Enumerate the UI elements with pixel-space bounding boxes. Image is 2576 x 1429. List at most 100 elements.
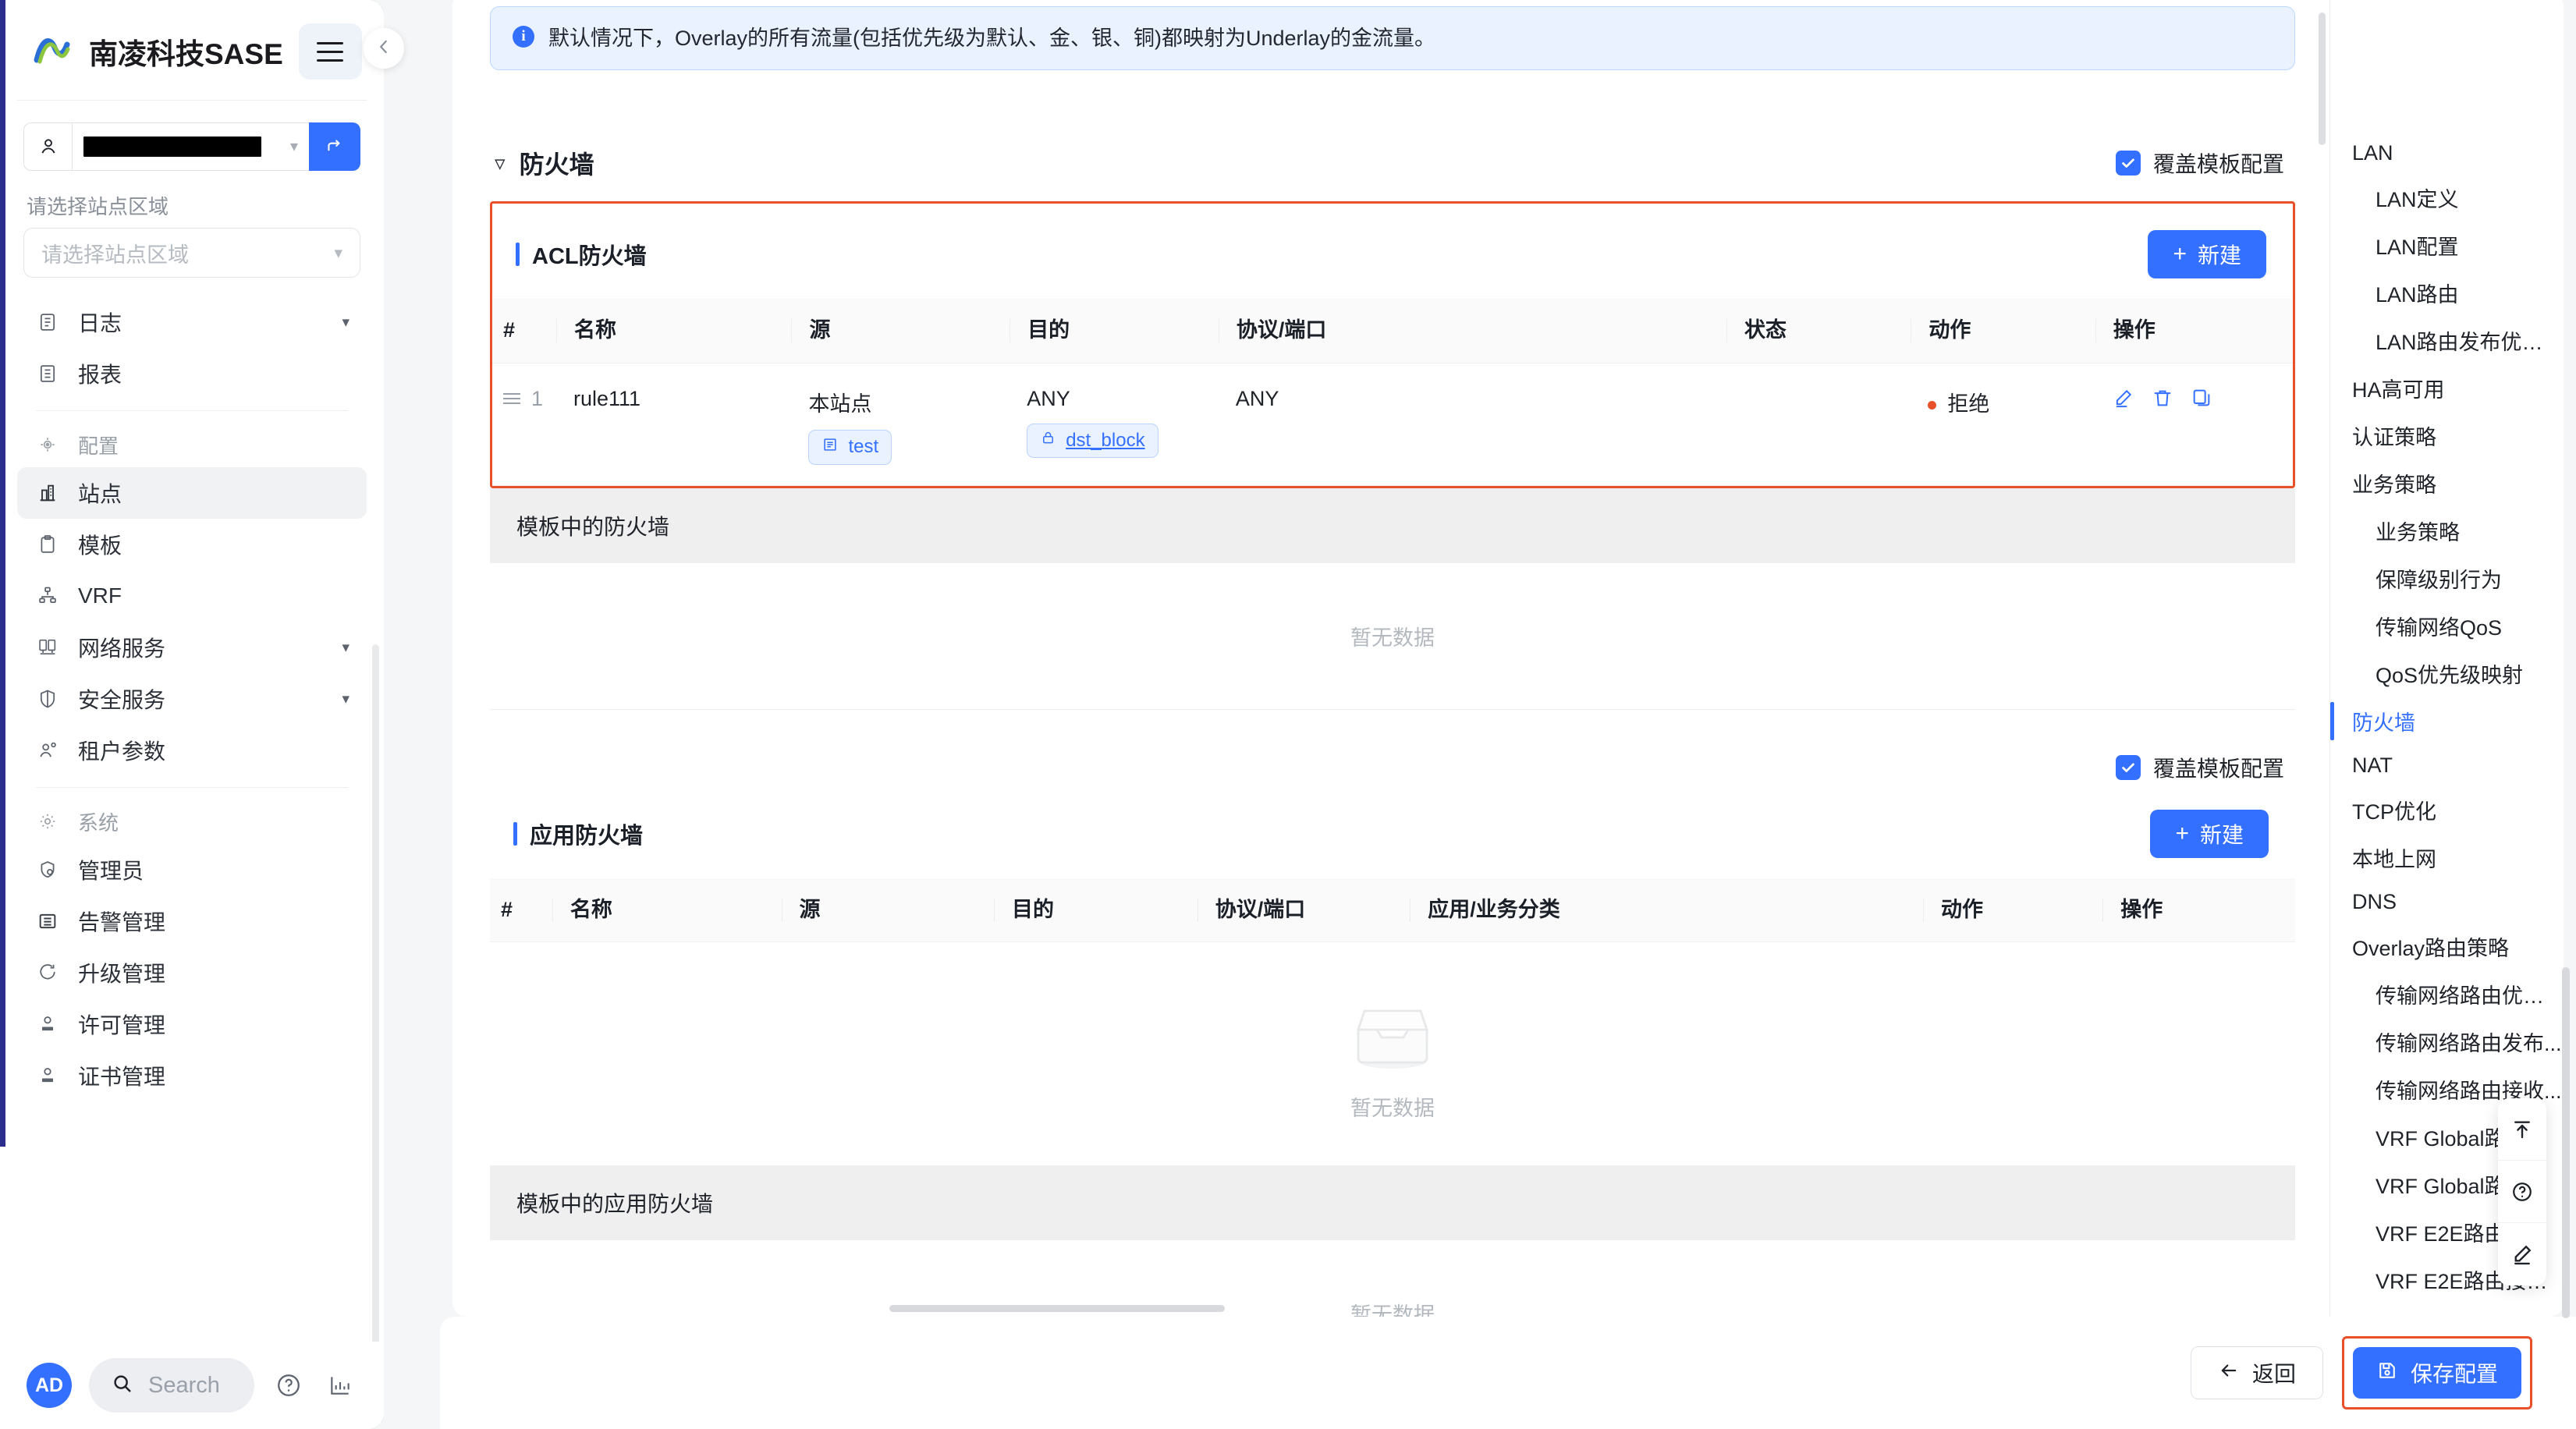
acl-cell-destination: ANY dst_block (1009, 363, 1219, 486)
content-scroll-area[interactable]: i 默认情况下，Overlay的所有流量(包括优先级为默认、金、银、铜)都映射为… (452, 0, 2329, 1317)
acl-destination-tag[interactable]: dst_block (1027, 423, 1158, 458)
edit-icon[interactable] (2113, 387, 2134, 414)
anchor-item-lan-route-priority[interactable]: LAN路由发布优先级 (2330, 317, 2564, 364)
sidebar-item-alarm[interactable]: 告警管理 (17, 895, 367, 947)
app-panel-header: 应用防火墙 + 新建 (490, 783, 2295, 878)
switch-tenant-icon[interactable] (309, 122, 360, 171)
check-icon (2115, 151, 2141, 176)
page-scrollbar-thumb[interactable] (2562, 967, 2570, 1318)
sidebar-group-label: 配置 (78, 434, 119, 458)
anchor-item-dns[interactable]: DNS (2330, 881, 2564, 923)
status-badge (1928, 401, 1937, 410)
app-template-bar: 模板中的应用防火墙 (490, 1165, 2295, 1241)
sidebar-scrollbar[interactable] (372, 644, 379, 1342)
sidebar-item-certificate[interactable]: 证书管理 (17, 1050, 367, 1101)
sidebar-item-label: 告警管理 (78, 910, 166, 934)
site-building-icon (34, 482, 61, 504)
acl-col-status: 状态 (1726, 299, 1911, 363)
region-select[interactable]: 请选择站点区域 ▾ (23, 228, 360, 278)
anchor-item-lan-route[interactable]: LAN路由 (2330, 269, 2564, 317)
sidebar-item-tenant-params[interactable]: 租户参数 (17, 725, 367, 776)
sidebar-item-label: 证书管理 (78, 1065, 166, 1089)
search-placeholder: Search (148, 1372, 220, 1398)
anchor-item-ha[interactable]: HA高可用 (2330, 364, 2564, 412)
copy-icon[interactable] (2191, 387, 2212, 414)
page-scrollbar-track (2562, 86, 2573, 1318)
upgrade-icon (34, 962, 61, 984)
sidebar-item-label: 租户参数 (78, 739, 166, 764)
help-circle-icon[interactable] (271, 1372, 306, 1399)
chevron-down-icon: ▾ (289, 138, 298, 155)
anchor-item-tcp-optimize[interactable]: TCP优化 (2330, 786, 2564, 834)
app-col-protocol-port: 协议/端口 (1197, 878, 1410, 943)
delete-icon[interactable] (2152, 387, 2173, 414)
content-horizontal-scrollbar[interactable] (889, 1305, 1225, 1312)
anchor-item-nat[interactable]: NAT (2330, 745, 2564, 786)
app-col-destination: 目的 (994, 878, 1198, 943)
anchor-item-business-policy[interactable]: 业务策略 (2330, 507, 2564, 555)
scroll-to-top-icon[interactable] (2498, 1098, 2546, 1161)
acl-template-bar: 模板中的防火墙 (490, 488, 2295, 563)
help-circle-icon[interactable] (2498, 1161, 2546, 1223)
anchor-item-sla-behavior[interactable]: 保障级别行为 (2330, 555, 2564, 602)
hamburger-icon[interactable] (298, 23, 362, 80)
search-input[interactable]: Search (89, 1358, 254, 1413)
sidebar-item-sites[interactable]: 站点 (17, 467, 367, 519)
drag-handle-icon[interactable] (503, 393, 520, 405)
page-footer: 返回 保存配置 (440, 1317, 2576, 1429)
sidebar-item-label: 网络服务 (78, 636, 166, 661)
acl-cell-action: 拒绝 (1911, 363, 2095, 486)
sidebar-item-templates[interactable]: 模板 (17, 519, 367, 570)
sidebar-group-system: 系统 (17, 799, 367, 844)
edit-pencil-icon[interactable] (2498, 1223, 2546, 1285)
main-region: i 默认情况下，Overlay的所有流量(包括优先级为默认、金、银、铜)都映射为… (384, 0, 2576, 1429)
arrow-left-icon (2218, 1360, 2240, 1387)
save-button-highlight: 保存配置 (2341, 1336, 2532, 1409)
anchor-item-overlay-route-policy[interactable]: Overlay路由策略 (2330, 923, 2564, 970)
plus-icon: + (2175, 820, 2189, 846)
anchor-item-business-policy-group[interactable]: 业务策略 (2330, 459, 2564, 507)
anchor-item-lan-config[interactable]: LAN配置 (2330, 222, 2564, 269)
sidebar-item-upgrade[interactable]: 升级管理 (17, 947, 367, 998)
save-button[interactable]: 保存配置 (2352, 1347, 2521, 1399)
acl-source-tag[interactable]: test (808, 429, 892, 465)
sidebar-item-reports[interactable]: 报表 (17, 348, 367, 399)
override-template-checkbox-app[interactable]: 覆盖模板配置 (2115, 752, 2284, 783)
anchor-item-qos-priority-map[interactable]: QoS优先级映射 (2330, 650, 2564, 697)
acl-col-destination: 目的 (1009, 299, 1219, 363)
sidebar-item-logs[interactable]: 日志 ▾ (17, 296, 367, 348)
address-list-icon (821, 436, 839, 459)
sidebar-item-network-service[interactable]: 网络服务 ▾ (17, 622, 367, 673)
app-new-button[interactable]: + 新建 (2150, 809, 2269, 858)
sidebar-item-license[interactable]: 许可管理 (17, 998, 367, 1050)
table-row[interactable]: 1 rule111 本站点 test ANY dst_block ANY 拒绝 (492, 363, 2293, 486)
sidebar-item-admin[interactable]: 管理员 (17, 844, 367, 895)
vrf-tree-icon (34, 585, 61, 607)
app-col-category: 应用/业务分类 (1410, 878, 1924, 943)
anchor-item-local-internet[interactable]: 本地上网 (2330, 834, 2564, 881)
app-panel-title: 应用防火墙 (530, 823, 644, 849)
bar-chart-icon[interactable] (323, 1373, 357, 1398)
sidebar-collapse-toggle[interactable] (364, 28, 404, 69)
account-select[interactable]: ▾ (72, 122, 309, 171)
chevron-down-icon[interactable]: ▿ (495, 151, 506, 176)
override-template-checkbox-acl[interactable]: 覆盖模板配置 (2115, 147, 2284, 179)
sidebar-item-security-service[interactable]: 安全服务 ▾ (17, 673, 367, 725)
acl-action-label: 拒绝 (1947, 392, 1990, 416)
content-scrollbar[interactable] (2319, 12, 2326, 145)
anchor-item-firewall[interactable]: 防火墙 (2330, 697, 2564, 745)
sidebar-item-vrf[interactable]: VRF (17, 570, 367, 622)
anchor-item-lan[interactable]: LAN (2330, 133, 2564, 174)
acl-new-button[interactable]: + 新建 (2148, 230, 2266, 279)
region-label: 请选择站点区域 (27, 195, 169, 218)
acl-table-header-row: # 名称 源 目的 协议/端口 状态 动作 操作 (492, 299, 2293, 363)
anchor-item-lan-definition[interactable]: LAN定义 (2330, 174, 2564, 222)
anchor-item-auth-policy[interactable]: 认证策略 (2330, 412, 2564, 459)
anchor-item-transport-route-prio[interactable]: 传输网络路由优先级 (2330, 970, 2564, 1018)
back-button[interactable]: 返回 (2190, 1346, 2323, 1399)
anchor-item-transport-qos[interactable]: 传输网络QoS (2330, 602, 2564, 650)
sidebar-item-label: 站点 (78, 482, 122, 506)
template-clipboard-icon (34, 534, 61, 555)
anchor-item-transport-route-adv[interactable]: 传输网络路由发布... (2330, 1018, 2564, 1066)
avatar[interactable]: AD (27, 1363, 72, 1408)
